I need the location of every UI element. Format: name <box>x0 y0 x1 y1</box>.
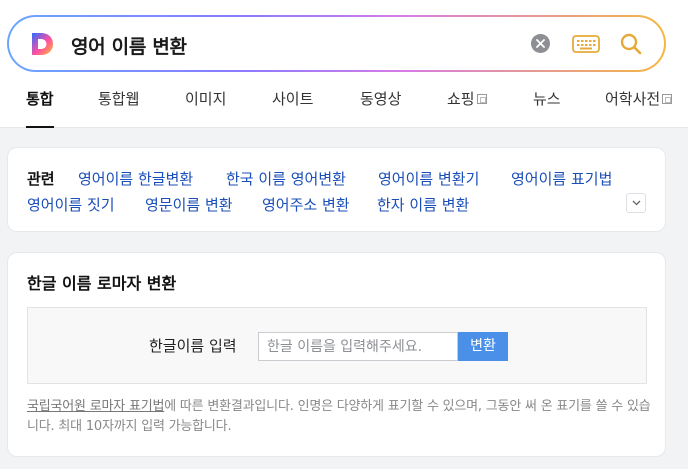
keyboard-icon[interactable] <box>572 34 600 54</box>
romanization-rules-link[interactable]: 국립국어원 로마자 표기법 <box>27 399 164 414</box>
tab-label: 뉴스 <box>533 90 561 108</box>
tab-dictionary[interactable]: 어학사전 <box>605 88 673 128</box>
converter-note: 국립국어원 로마자 표기법에 따른 변환결과입니다. 인명은 다양하게 표기할 … <box>27 397 652 437</box>
input-label: 한글이름 입력 <box>149 337 237 355</box>
tab-label: 동영상 <box>360 90 402 108</box>
related-link[interactable]: 영어이름 변환기 <box>378 168 479 189</box>
tab-label: 쇼핑 <box>447 90 475 108</box>
tab-integrated[interactable]: 통합 <box>26 88 54 128</box>
daum-logo-icon[interactable] <box>29 31 55 57</box>
search-bar-inner: 영어 이름 변환 <box>9 17 664 70</box>
related-link[interactable]: 영어이름 짓기 <box>27 194 115 215</box>
tab-news[interactable]: 뉴스 <box>533 88 561 128</box>
expand-related-button[interactable] <box>626 193 646 213</box>
related-link[interactable]: 영어주소 변환 <box>262 194 350 215</box>
tab-web[interactable]: 통합웹 <box>98 88 139 128</box>
tab-label: 어학사전 <box>605 90 661 108</box>
name-converter-card: 한글 이름 로마자 변환 한글이름 입력 변환 국립국어원 로마자 표기법에 따… <box>7 252 666 457</box>
tab-videos[interactable]: 동영상 <box>360 88 401 128</box>
related-link[interactable]: 한국 이름 영어변환 <box>226 168 346 189</box>
search-tabs: 통합 통합웹 이미지 사이트 동영상 쇼핑 뉴스 어학사전 <box>0 88 688 128</box>
tab-shopping[interactable]: 쇼핑 <box>447 88 487 128</box>
search-bar: 영어 이름 변환 <box>7 15 666 72</box>
tab-label: 사이트 <box>272 90 314 108</box>
convert-button[interactable]: 변환 <box>458 332 508 361</box>
related-link[interactable]: 영어이름 한글변환 <box>78 168 193 189</box>
related-searches-card: 관련 영어이름 한글변환 한국 이름 영어변환 영어이름 변환기 영어이름 표기… <box>7 147 666 232</box>
external-link-icon <box>476 94 487 104</box>
related-link[interactable]: 영문이름 변환 <box>145 194 233 215</box>
tab-images[interactable]: 이미지 <box>185 88 226 128</box>
tab-label: 이미지 <box>185 90 227 108</box>
korean-name-input[interactable] <box>258 332 458 361</box>
header: 영어 이름 변환 통합 통합웹 이미지 사이트 동영상 쇼핑 뉴스 어학사전 <box>0 0 688 128</box>
converter-panel: 한글이름 입력 변환 <box>27 307 647 384</box>
tab-sites[interactable]: 사이트 <box>272 88 313 128</box>
tab-label: 통합 <box>26 90 54 108</box>
related-link[interactable]: 영어이름 표기법 <box>511 168 612 189</box>
clear-search-icon[interactable] <box>531 34 550 53</box>
search-query-text[interactable]: 영어 이름 변환 <box>71 32 187 59</box>
related-title: 관련 <box>27 170 55 188</box>
related-link[interactable]: 한자 이름 변환 <box>377 194 469 215</box>
converter-title: 한글 이름 로마자 변환 <box>27 274 177 293</box>
search-icon[interactable] <box>619 32 643 56</box>
external-link-icon <box>662 94 673 104</box>
chevron-down-icon <box>632 200 641 206</box>
tab-label: 통합웹 <box>98 90 140 108</box>
